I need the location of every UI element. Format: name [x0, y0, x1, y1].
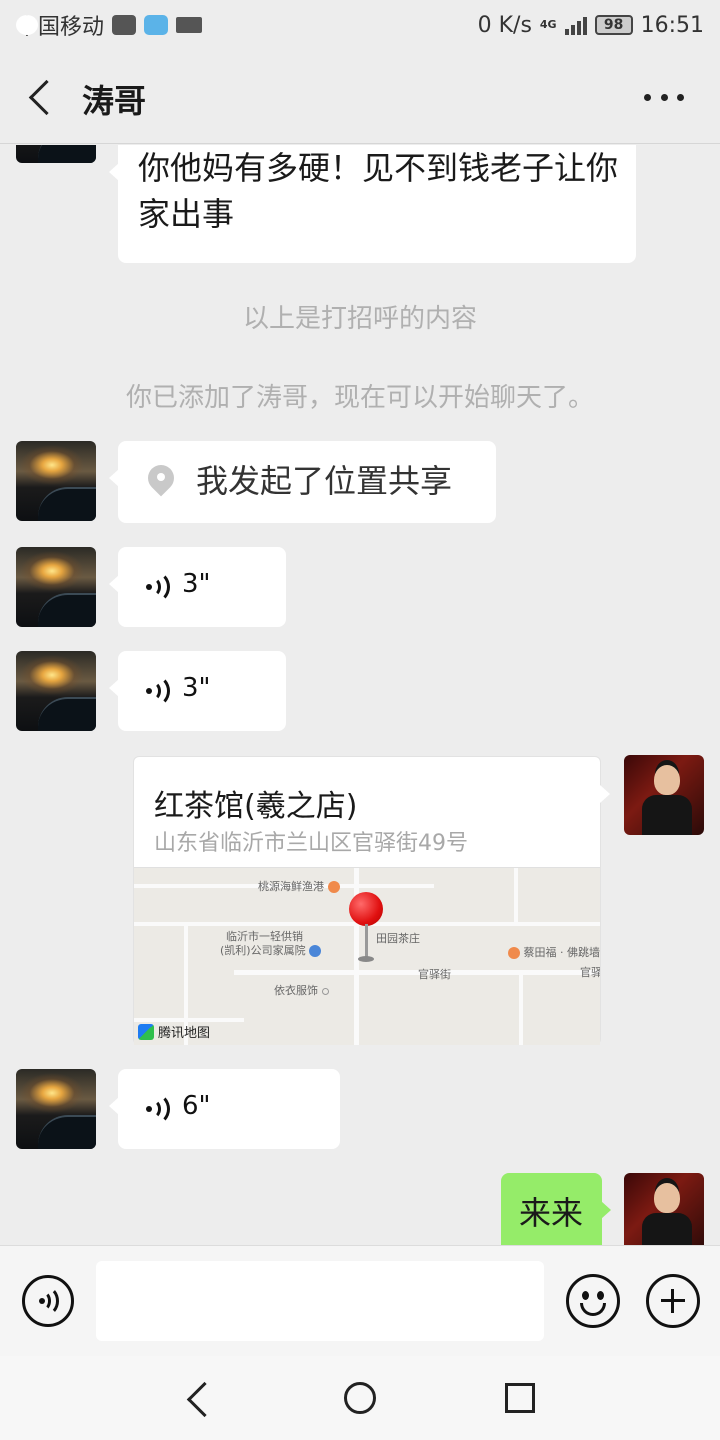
- nav-back-icon[interactable]: [186, 1381, 216, 1415]
- shield-icon: [144, 15, 169, 35]
- voice-duration: 3": [182, 569, 211, 599]
- contact-avatar[interactable]: [16, 651, 96, 731]
- signal-icon: [564, 15, 587, 35]
- tencent-map-logo-icon: [138, 1023, 154, 1040]
- battery-icon: 98: [594, 15, 633, 35]
- status-right: 0 K/s 4G 98 16:51: [478, 13, 704, 38]
- voice-input-button[interactable]: [22, 1275, 74, 1327]
- input-bar: [0, 1245, 720, 1356]
- location-card[interactable]: 红茶馆(羲之店) 山东省临沂市兰山区官驿街49号 桃源海鲜渔港 临沂市一轻供销 …: [133, 756, 610, 1045]
- contact-avatar[interactable]: [16, 1069, 96, 1149]
- message-input[interactable]: [96, 1261, 544, 1341]
- voice-duration: 3": [182, 673, 211, 703]
- map-label: 官驿街: [418, 968, 451, 981]
- voice-message[interactable]: 6": [109, 1069, 340, 1149]
- residence-icon: [309, 945, 322, 957]
- map-brand: 腾讯地图: [158, 1026, 211, 1041]
- network-type: 4G: [539, 18, 557, 31]
- location-name: 红茶馆(羲之店): [154, 789, 358, 824]
- shop-icon: [321, 987, 329, 995]
- map-label: (凯利)公司家属院: [220, 944, 306, 957]
- restaurant-icon: [327, 881, 340, 893]
- network-speed: 0 K/s: [477, 12, 532, 38]
- clock: 16:51: [640, 12, 704, 38]
- map-label: 蔡田福 · 佛跳墙: [523, 946, 601, 959]
- page-title: 涛哥: [82, 82, 147, 120]
- emoji-button[interactable]: [566, 1274, 620, 1328]
- message-text: 来来: [519, 1194, 584, 1232]
- outgoing-message[interactable]: 来来: [501, 1173, 611, 1245]
- voice-message[interactable]: 3": [109, 651, 286, 731]
- voice-wave-icon: [146, 1093, 172, 1125]
- back-arrow-icon[interactable]: [26, 80, 56, 116]
- chat-bubble-icon: [16, 15, 38, 35]
- voice-wave-icon: [146, 571, 172, 603]
- my-avatar[interactable]: [624, 1173, 704, 1245]
- system-notice: 你已添加了涛哥，现在可以开始聊天了。: [125, 383, 594, 413]
- map-label: 依衣服饰: [274, 984, 318, 997]
- truck-icon: [176, 17, 203, 33]
- message-bubble[interactable]: 你他妈有多硬！见不到钱老子让你家出事: [109, 145, 636, 263]
- nav-home-icon[interactable]: [344, 1382, 376, 1414]
- contact-avatar[interactable]: [16, 547, 96, 627]
- restaurant-icon: [508, 947, 520, 959]
- status-left: 中国移动: [16, 9, 203, 41]
- location-pin-icon: [148, 465, 174, 501]
- my-avatar[interactable]: [624, 755, 704, 835]
- map-label: 桃源海鲜渔港: [258, 880, 324, 893]
- chat-header: 涛哥: [0, 50, 720, 144]
- map-label: 官驿: [580, 966, 600, 979]
- more-options-icon[interactable]: [644, 90, 684, 104]
- map-pin-icon: [349, 892, 383, 964]
- nav-recent-apps-icon[interactable]: [505, 1383, 535, 1413]
- more-functions-button[interactable]: [646, 1274, 700, 1328]
- message-text: 你他妈有多硬！见不到钱老子让你家出事: [138, 149, 619, 233]
- chat-area[interactable]: 你他妈有多硬！见不到钱老子让你家出事 以上是打招呼的内容 你已添加了涛哥，现在可…: [0, 145, 720, 1245]
- voice-duration: 6": [182, 1091, 211, 1121]
- location-share-text: 我发起了位置共享: [196, 462, 453, 500]
- voice-wave-icon: [146, 675, 172, 707]
- activity-icon: [112, 15, 137, 35]
- location-address: 山东省临沂市兰山区官驿街49号: [154, 831, 468, 856]
- status-bar: 中国移动 0 K/s 4G 98 16:51: [0, 0, 720, 50]
- navigation-bar: [0, 1356, 720, 1440]
- map-preview[interactable]: 桃源海鲜渔港 临沂市一轻供销 (凯利)公司家属院 田园茶庄 蔡田福 · 佛跳墙 …: [134, 867, 600, 1045]
- voice-message[interactable]: 3": [109, 547, 286, 627]
- location-share-bubble[interactable]: 我发起了位置共享: [109, 441, 496, 523]
- system-notice: 以上是打招呼的内容: [242, 304, 477, 334]
- contact-avatar[interactable]: [16, 145, 96, 163]
- contact-avatar[interactable]: [16, 441, 96, 521]
